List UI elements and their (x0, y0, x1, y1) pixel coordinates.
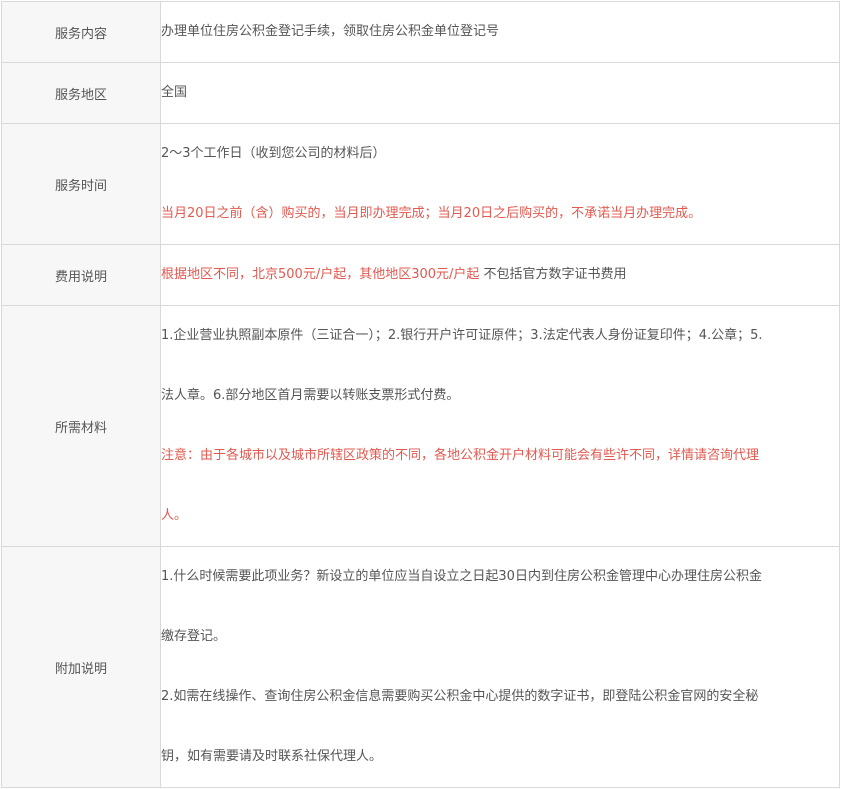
materials-note-line-2: 人。 (161, 508, 188, 523)
table-row: 服务地区 全国 (1, 62, 840, 124)
additional-line-4: 钥，如有需要请及时联系社保代理人。 (161, 749, 383, 764)
fee-price-text: 根据地区不同，北京500元/户起，其他地区300元/户起 (161, 267, 480, 282)
additional-line-2: 缴存登记。 (161, 629, 227, 644)
row-label-fee: 费用说明 (1, 244, 161, 306)
table-row: 服务时间 2～3个工作日（收到您公司的材料后） 当月20日之前（含）购买的，当月… (1, 123, 840, 245)
materials-line-2: 法人章。6.部分地区首月需要以转账支票形式付费。 (161, 388, 460, 403)
additional-line-3: 2.如需在线操作、查询住房公积金信息需要购买公积金中心提供的数字证书，即登陆公积… (161, 689, 759, 704)
service-time-text: 2～3个工作日（收到您公司的材料后） (161, 146, 386, 161)
row-value-service-area: 全国 (160, 62, 840, 124)
row-label-service-area: 服务地区 (1, 62, 161, 124)
materials-line-1: 1.企业营业执照副本原件（三证合一）；2.银行开户许可证原件；3.法定代表人身份… (161, 328, 763, 343)
row-label-additional: 附加说明 (1, 546, 161, 788)
fee-note-text: 不包括官方数字证书费用 (479, 267, 627, 282)
table-row: 费用说明 根据地区不同，北京500元/户起，其他地区300元/户起 不包括官方数… (1, 244, 840, 306)
row-value-fee: 根据地区不同，北京500元/户起，其他地区300元/户起 不包括官方数字证书费用 (160, 244, 840, 306)
table-row: 所需材料 1.企业营业执照副本原件（三证合一）；2.银行开户许可证原件；3.法定… (1, 305, 840, 547)
row-value-materials: 1.企业营业执照副本原件（三证合一）；2.银行开户许可证原件；3.法定代表人身份… (160, 305, 840, 547)
table-row: 服务内容 办理单位住房公积金登记手续，领取住房公积金单位登记号 (1, 1, 840, 63)
service-content-text: 办理单位住房公积金登记手续，领取住房公积金单位登记号 (161, 24, 500, 39)
table-row: 附加说明 1.什么时候需要此项业务？新设立的单位应当自设立之日起30日内到住房公… (1, 546, 840, 788)
materials-note-line-1: 注意：由于各城市以及城市所辖区政策的不同，各地公积金开户材料可能会有些许不同，详… (161, 448, 760, 463)
row-label-materials: 所需材料 (1, 305, 161, 547)
row-value-service-content: 办理单位住房公积金登记手续，领取住房公积金单位登记号 (160, 1, 840, 63)
row-value-service-time: 2～3个工作日（收到您公司的材料后） 当月20日之前（含）购买的，当月即办理完成… (160, 123, 840, 245)
fee-line: 根据地区不同，北京500元/户起，其他地区300元/户起 不包括官方数字证书费用 (161, 245, 839, 305)
service-area-text: 全国 (161, 85, 188, 100)
additional-line-1: 1.什么时候需要此项业务？新设立的单位应当自设立之日起30日内到住房公积金管理中… (161, 569, 762, 584)
service-time-note: 当月20日之前（含）购买的，当月即办理完成；当月20日之后购买的，不承诺当月办理… (161, 206, 702, 221)
row-label-service-content: 服务内容 (1, 1, 161, 63)
row-value-additional: 1.什么时候需要此项业务？新设立的单位应当自设立之日起30日内到住房公积金管理中… (160, 546, 840, 788)
row-label-service-time: 服务时间 (1, 123, 161, 245)
service-info-table: 服务内容 办理单位住房公积金登记手续，领取住房公积金单位登记号 服务地区 全国 … (1, 1, 840, 788)
